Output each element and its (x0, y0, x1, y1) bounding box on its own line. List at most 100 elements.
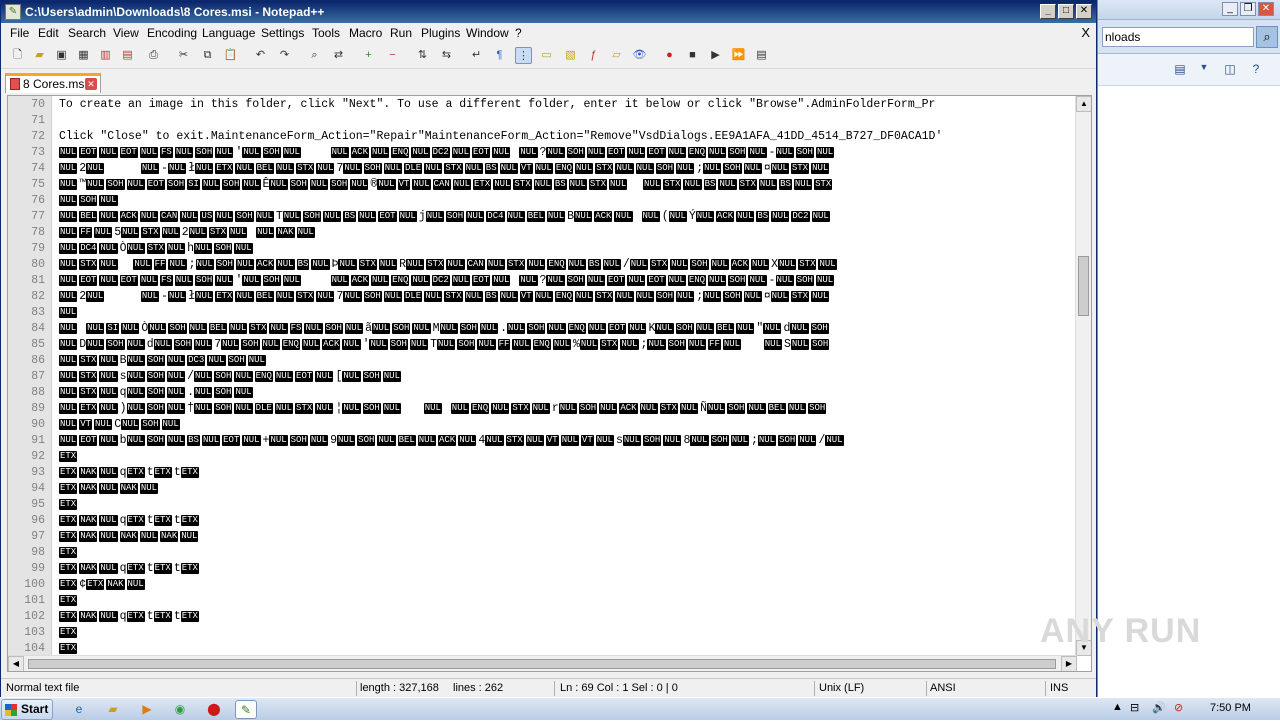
print-icon[interactable]: ⎙ (145, 47, 162, 64)
editor-line[interactable]: 78 NUL FF NUL 5NUL STX NUL 2NUL STX NUL NUL NAK NUL (8, 225, 1078, 241)
editor-line[interactable]: 70 To create an image in this folder, cli… (8, 97, 1078, 113)
editor-line[interactable]: 103 ETX (8, 625, 1078, 641)
function-list-icon[interactable]: ƒ (585, 47, 602, 64)
indent-guide-icon[interactable]: ⋮ (515, 47, 532, 64)
stop-macro-icon[interactable]: ■ (684, 47, 701, 64)
save-icon[interactable]: ▣ (53, 47, 70, 64)
close-all-icon[interactable]: ▤ (119, 47, 136, 64)
media-player-icon[interactable]: ▶ (136, 700, 158, 719)
editor-line[interactable]: 82 NUL 2NUL NUL -NUL łNUL ETX NUL BEL NUL STX NUL 7… (8, 289, 1078, 305)
editor-line[interactable]: 89 NUL ETX NUL)NUL SOH NUL †NUL SOH NUL DLE NUL STX… (8, 401, 1078, 417)
security-app-icon[interactable]: ⬤ (203, 700, 225, 719)
play-macro-icon[interactable]: ▶ (707, 47, 724, 64)
vertical-scroll-thumb[interactable] (1078, 256, 1089, 316)
sync-vertical-icon[interactable]: ⇅ (414, 47, 431, 64)
editor-line[interactable]: 99 ETX NAK NUL qETX tETX tETX (8, 561, 1078, 577)
menu-encoding[interactable]: Encoding (147, 26, 197, 40)
copy-icon[interactable]: ⧉ (199, 47, 216, 64)
horizontal-scrollbar[interactable]: ◀ ▶ (8, 655, 1077, 671)
new-file-icon[interactable]: 🗋 (9, 47, 26, 64)
open-file-icon[interactable]: ▰ (31, 47, 48, 64)
user-language-icon[interactable]: ▭ (538, 47, 555, 64)
menu-macro[interactable]: Macro (349, 26, 382, 40)
view-icon[interactable]: ▤ (1172, 62, 1188, 76)
menu-run[interactable]: Run (390, 26, 412, 40)
show-all-chars-icon[interactable]: ¶ (491, 47, 508, 64)
editor-line[interactable]: 81 NUL EOT NUL EOT NUL FS NUL SOH NUL 'NUL SOH NUL N… (8, 273, 1078, 289)
notepadpp-taskbar-icon[interactable]: ✎ (235, 700, 257, 719)
tab-close-icon[interactable]: ✕ (85, 78, 97, 90)
editor-line[interactable]: 94 ETX NAK NUL NAK NUL (8, 481, 1078, 497)
scroll-left-icon[interactable]: ◀ (8, 656, 24, 671)
window-titlebar[interactable]: ✎ C:\Users\admin\Downloads\8 Cores.msi -… (1, 1, 1096, 23)
search-input[interactable]: nloads (1102, 27, 1254, 47)
network-icon[interactable]: ⊟ (1130, 701, 1139, 714)
start-button[interactable]: Start (1, 699, 53, 720)
tab-8-cores-msi[interactable]: 8 Cores.msi ✕ (5, 73, 101, 93)
menu-language[interactable]: Language (202, 26, 255, 40)
minimize-icon[interactable]: _ (1222, 2, 1238, 16)
editor-line[interactable]: 85 NUL DNUL SOH NUL dNUL SOH NUL 7NUL SOH NUL ENQ NU… (8, 337, 1078, 353)
editor-line[interactable]: 91 NUL EOT NUL bNUL SOH NUL BS NUL EOT NUL +NUL SOH N… (8, 433, 1078, 449)
maximize-button[interactable]: □ (1058, 4, 1074, 19)
menu-window[interactable]: Window (466, 26, 509, 40)
word-wrap-icon[interactable]: ↵ (468, 47, 485, 64)
menu-view[interactable]: View (113, 26, 139, 40)
close-file-icon[interactable]: ▥ (97, 47, 114, 64)
menu-search[interactable]: Search (68, 26, 106, 40)
scroll-up-icon[interactable]: ▲ (1076, 96, 1091, 112)
clock[interactable]: 7:50 PM (1210, 702, 1251, 714)
doc-map-icon[interactable]: ▧ (562, 47, 579, 64)
editor-line[interactable]: 71 (8, 113, 1078, 129)
editor-line[interactable]: 86 NUL STX NUL BNUL SOH NUL DC3 NUL SOH NUL (8, 353, 1078, 369)
explorer-folder-icon[interactable]: ▰ (102, 700, 124, 719)
menu-plugins[interactable]: Plugins (421, 26, 460, 40)
editor-line[interactable]: 98 ETX (8, 545, 1078, 561)
editor-line[interactable]: 88 NUL STX NUL qNUL SOH NUL .NUL SOH NUL (8, 385, 1078, 401)
cut-icon[interactable]: ✂ (175, 47, 192, 64)
explorer-titlebar[interactable]: _ ❐ ✕ (1098, 0, 1280, 20)
vertical-scrollbar[interactable]: ▲ ▼ (1075, 96, 1091, 656)
sync-horizontal-icon[interactable]: ⇆ (438, 47, 455, 64)
text-editor[interactable]: 70 To create an image in this folder, cli… (7, 95, 1092, 672)
menu-edit[interactable]: Edit (38, 26, 59, 40)
run-macro-multiple-icon[interactable]: ⏩ (730, 47, 747, 64)
editor-line[interactable]: 80 NUL STX NUL NUL FF NUL ;NUL SOH NUL ACK NUL BS NU… (8, 257, 1078, 273)
editor-line[interactable]: 74 NUL 2NUL NUL -NUL łNUL ETX NUL BEL NUL STX NUL 7… (8, 161, 1078, 177)
close-button[interactable]: ✕ (1076, 4, 1092, 19)
paste-icon[interactable]: 📋 (222, 47, 239, 64)
editor-line[interactable]: 87 NUL STX NUL sNUL SOH NUL/NUL SOH NUL ENQ NUL EOT… (8, 369, 1078, 385)
save-macro-icon[interactable]: ▤ (753, 47, 770, 64)
zoom-in-icon[interactable]: + (360, 47, 377, 64)
minimize-button[interactable]: _ (1040, 4, 1056, 19)
editor-line[interactable]: 102 ETX NAK NUL qETX tETX tETX (8, 609, 1078, 625)
editor-line[interactable]: 73 NUL EOT NUL EOT NUL FS NUL SOH NUL 'NUL SOH NUL N… (8, 145, 1078, 161)
horizontal-scroll-thumb[interactable] (28, 659, 1056, 669)
menu-help[interactable]: ? (515, 26, 522, 40)
internet-explorer-icon[interactable]: e (68, 700, 90, 719)
restore-icon[interactable]: ❐ (1240, 2, 1256, 16)
record-macro-icon[interactable]: ● (661, 47, 678, 64)
editor-line[interactable]: 97 ETX NAK NUL NAK NUL NAK NUL (8, 529, 1078, 545)
editor-line[interactable]: 92 ETX (8, 449, 1078, 465)
editor-line[interactable]: 101 ETX (8, 593, 1078, 609)
replace-icon[interactable]: ⇄ (330, 47, 347, 64)
editor-line[interactable]: 75 NUL ™NUL SOH NUL EOT SOH SI NUL SOH NUL ÊNUL SOH N… (8, 177, 1078, 193)
save-all-icon[interactable]: ▦ (75, 47, 92, 64)
search-icon[interactable]: ⌕ (1256, 26, 1278, 48)
editor-line[interactable]: 79 NUL DC4 NUL ÒNUL STX NUL hNUL SOH NUL (8, 241, 1078, 257)
editor-line[interactable]: 72 Click "Close" to exit.MaintenanceForm_… (8, 129, 1078, 145)
close-document-icon[interactable]: X (1081, 25, 1090, 40)
close-icon[interactable]: ✕ (1258, 2, 1274, 16)
redo-icon[interactable]: ↷ (276, 47, 293, 64)
menu-settings[interactable]: Settings (261, 26, 304, 40)
security-tray-icon[interactable]: ⊘ (1174, 701, 1183, 714)
preview-pane-icon[interactable]: ◫ (1222, 62, 1238, 76)
menu-file[interactable]: File (10, 26, 29, 40)
editor-line[interactable]: 100 ETX ¢ETX NAK NUL (8, 577, 1078, 593)
folder-workspace-icon[interactable]: ▱ (608, 47, 625, 64)
editor-line[interactable]: 95 ETX (8, 497, 1078, 513)
undo-icon[interactable]: ↶ (252, 47, 269, 64)
chevron-down-icon[interactable]: ▼ (1196, 62, 1212, 76)
editor-line[interactable]: 84 NUL NUL SI NUL ÒNUL SOH NUL BEL NUL STX NUL FS NU… (8, 321, 1078, 337)
